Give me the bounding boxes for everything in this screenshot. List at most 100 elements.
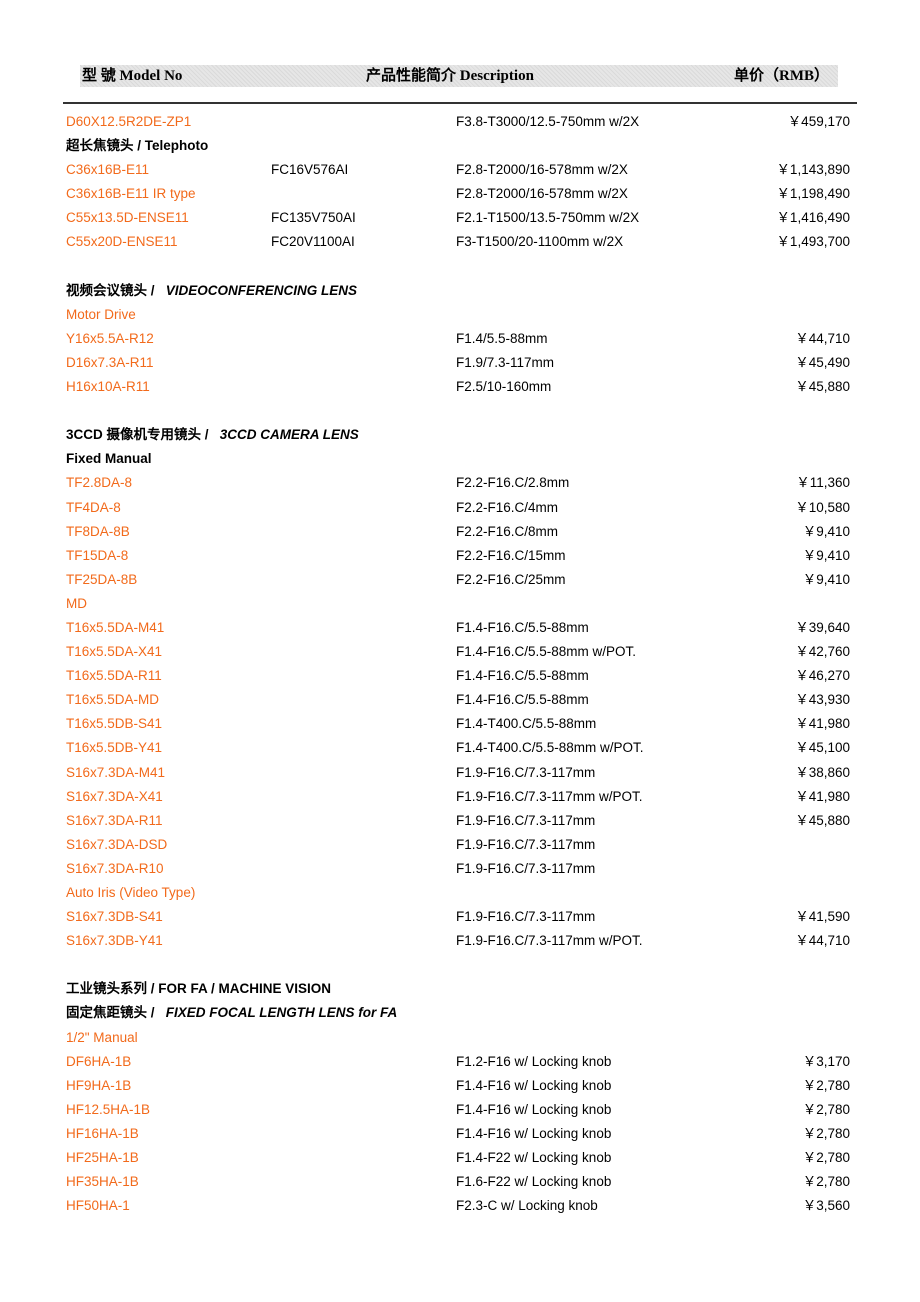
unit-price: ￥9,410 (802, 571, 850, 587)
product-row: S16x7.3DB-S41 F1.9-F16.C/7.3-117mm ￥41,590 (0, 907, 920, 931)
model-number: HF9HA-1B (66, 1077, 132, 1093)
product-description: F1.4-T400.C/5.5-88mm (456, 716, 597, 732)
model-number: S16x7.3DA-DSD (66, 836, 168, 852)
product-row: D16x7.3A-R11 F1.9/7.3-117mm ￥45,490 (0, 353, 920, 377)
product-row: TF4DA-8 F2.2-F16.C/4mm ￥10,580 (0, 498, 920, 522)
unit-price: ￥41,590 (795, 909, 850, 925)
product-row: HF35HA-1B F1.6-F22 w/ Locking knob ￥2,780 (0, 1172, 920, 1196)
unit-price: ￥46,270 (795, 668, 850, 684)
model-number: S16x7.3DA-X41 (66, 788, 163, 804)
model-number: TF8DA-8B (66, 523, 130, 539)
product-row: TF8DA-8B F2.2-F16.C/8mm ￥9,410 (0, 522, 920, 546)
product-description: F1.9-F16.C/7.3-117mm (456, 812, 596, 828)
product-description: F1.4-F16.C/5.5-88mm (456, 668, 589, 684)
product-description: F1.9-F16.C/7.3-117mm (456, 764, 596, 780)
unit-price: ￥3,170 (802, 1053, 850, 1069)
section-heading-text: 3CCD 摄像机专用镜头 / 3CCD CAMERA LENS (66, 425, 359, 445)
product-description: F1.4-F16.C/5.5-88mm (456, 619, 589, 635)
unit-price: ￥45,880 (795, 812, 850, 828)
row-spacer (0, 257, 920, 281)
product-description: F2.3-C w/ Locking knob (456, 1198, 598, 1214)
product-row: T16x5.5DA-R11 F1.4-F16.C/5.5-88mm ￥46,270 (0, 666, 920, 690)
product-description: F1.4-F16 w/ Locking knob (456, 1077, 612, 1093)
product-description: F1.4-F16 w/ Locking knob (456, 1101, 612, 1117)
product-description: F1.4-T400.C/5.5-88mm w/POT. (456, 740, 644, 756)
product-description: F1.9-F16.C/7.3-117mm (456, 860, 596, 876)
model-number: TF2.8DA-8 (66, 475, 133, 491)
alt-model-number: FC16V576AI (271, 162, 349, 178)
product-description: F2.2-F16.C/8mm (456, 523, 559, 539)
product-description: F1.9-F16.C/7.3-117mm w/POT. (456, 788, 643, 804)
subsection-heading: Auto Iris (Video Type) (0, 883, 920, 907)
header-model-no: 型 號 Model No (82, 68, 183, 84)
model-number: D60X12.5R2DE-ZP1 (66, 114, 192, 129)
product-row: TF2.8DA-8 F2.2-F16.C/2.8mm ￥11,360 (0, 473, 920, 497)
product-row: HF16HA-1B F1.4-F16 w/ Locking knob ￥2,780 (0, 1124, 920, 1148)
model-number: HF16HA-1B (66, 1125, 139, 1141)
section-title-en: VIDEOCONFERENCING LENS (165, 282, 358, 298)
section-title-cn: 3CCD 摄像机专用镜头 / (66, 427, 209, 443)
unit-price: ￥44,710 (795, 330, 850, 346)
product-description: F3-T1500/20-1100mm w/2X (456, 234, 624, 250)
subsection-label: Auto Iris (Video Type) (66, 885, 196, 900)
header-divider (63, 102, 857, 104)
model-number: S16x7.3DA-R11 (66, 812, 163, 828)
section-heading-text: 超长焦镜头 / Telephoto (66, 136, 208, 156)
alt-model-number: FC20V1100AI (271, 234, 355, 250)
product-row: S16x7.3DA-R10 F1.9-F16.C/7.3-117mm (0, 859, 920, 883)
product-row: H16x10A-R11 F2.5/10-160mm ￥45,880 (0, 377, 920, 401)
section-title-cn: 固定焦距镜头 / (66, 1005, 155, 1021)
unit-price: ￥2,780 (802, 1101, 850, 1117)
product-row: T16x5.5DA-M41 F1.4-F16.C/5.5-88mm ￥39,640 (0, 618, 920, 642)
unit-price: ￥459,170 (787, 114, 850, 129)
product-description: F1.4-F16.C/5.5-88mm (456, 692, 589, 708)
unit-price: ￥3,560 (802, 1198, 850, 1214)
product-description: F1.9-F16.C/7.3-117mm (456, 909, 596, 925)
unit-price: ￥45,880 (795, 379, 850, 395)
model-number: C36x16B-E11 (66, 162, 150, 178)
product-row: S16x7.3DA-R11 F1.9-F16.C/7.3-117mm ￥45,880 (0, 811, 920, 835)
product-row: C36x16B-E11 IR type F2.8-T2000/16-578mm w… (0, 184, 920, 208)
product-description: F1.9-F16.C/7.3-117mm w/POT. (456, 933, 643, 949)
unit-price: ￥2,780 (802, 1174, 850, 1190)
unit-price: ￥10,580 (795, 499, 850, 515)
product-row: Y16x5.5A-R12 F1.4/5.5-88mm ￥44,710 (0, 329, 920, 353)
model-number: T16x5.5DB-Y41 (66, 740, 163, 756)
product-description: F2.2-F16.C/2.8mm (456, 475, 570, 491)
product-row: DF6HA-1B F1.2-F16 w/ Locking knob ￥3,170 (0, 1052, 920, 1076)
product-description: F2.8-T2000/16-578mm w/2X (456, 186, 628, 202)
unit-price: ￥1,493,700 (776, 234, 850, 250)
subsection-label: Motor Drive (66, 306, 136, 322)
product-row: S16x7.3DB-Y41 F1.9-F16.C/7.3-117mm w/POT.… (0, 931, 920, 955)
model-number: S16x7.3DA-R10 (66, 860, 164, 876)
product-description: F2.5/10-160mm (456, 379, 552, 395)
unit-price: ￥9,410 (802, 547, 850, 563)
model-number: C55x13.5D-ENSE11 (66, 210, 189, 226)
product-row: S16x7.3DA-DSD F1.9-F16.C/7.3-117mm (0, 835, 920, 859)
product-description: F1.4/5.5-88mm (456, 330, 548, 346)
model-number: HF35HA-1B (66, 1174, 139, 1190)
section-heading: 3CCD 摄像机专用镜头 / 3CCD CAMERA LENS (0, 425, 920, 449)
product-row: TF15DA-8 F2.2-F16.C/15mm ￥9,410 (0, 546, 920, 570)
section-title-cn: 工业镜头系列 (66, 981, 147, 997)
section-heading-text: 视频会议镜头 / VIDEOCONFERENCING LENS (66, 281, 357, 301)
row-spacer (0, 955, 920, 979)
model-number: S16x7.3DB-S41 (66, 909, 163, 925)
subsection-label: 1/2" Manual (66, 1029, 138, 1045)
model-number: T16x5.5DA-M41 (66, 619, 165, 635)
subsection-heading: Fixed Manual (0, 449, 920, 473)
model-number: T16x5.5DA-MD (66, 692, 160, 708)
section-heading-text: 工业镜头系列 / FOR FA / MACHINE VISION (66, 979, 331, 999)
price-list: D60X12.5R2DE-ZP1 F3.8-T3000/12.5-750mm w/… (0, 112, 920, 1220)
model-number: D16x7.3A-R11 (66, 354, 154, 370)
product-row: C55x13.5D-ENSE11 FC135V750AI F2.1-T1500/13… (0, 208, 920, 232)
subsection-heading: 1/2" Manual (0, 1028, 920, 1052)
product-row: C55x20D-ENSE11 FC20V1100AI F3-T1500/20-110… (0, 232, 920, 256)
model-number: TF15DA-8 (66, 547, 129, 563)
section-title-en: / FOR FA / MACHINE VISION (150, 981, 332, 997)
section-title-cn: 超长焦镜头 (66, 138, 134, 154)
row-spacer (0, 401, 920, 425)
product-row: HF9HA-1B F1.4-F16 w/ Locking knob ￥2,780 (0, 1076, 920, 1100)
unit-price: ￥45,100 (795, 740, 850, 756)
